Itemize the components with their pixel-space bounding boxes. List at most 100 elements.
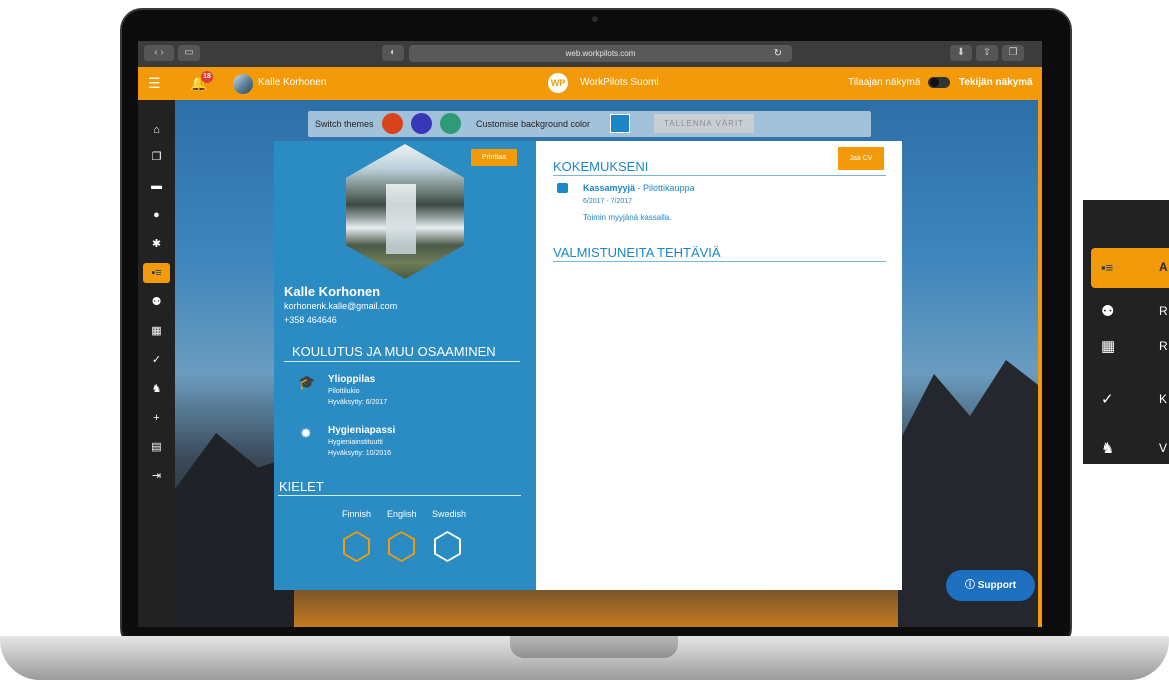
sidebar-toggle-icon[interactable]: ▭ <box>178 45 200 61</box>
language-level-hex <box>343 531 370 562</box>
user-check-icon[interactable]: ✓ <box>143 350 170 370</box>
support-button[interactable]: ⓘ Support <box>946 570 1035 601</box>
back-forward-buttons[interactable]: ‹ › <box>144 45 174 61</box>
education-school: Pilottilukio <box>328 388 360 395</box>
completed-tasks-divider <box>553 261 886 262</box>
settings-icon[interactable]: ✱ <box>143 234 170 254</box>
education-title: Hygieniapassi <box>328 425 396 436</box>
theme-swatch-green[interactable] <box>440 113 461 134</box>
file-icon[interactable]: ▤ <box>143 437 170 457</box>
job-title: Kassamyyjä - Pilottikauppa <box>583 183 695 193</box>
camera <box>592 16 598 22</box>
person-icon[interactable]: ● <box>143 205 170 225</box>
save-colors-button[interactable]: TALLENNA VÄRIT <box>654 114 754 133</box>
avatar[interactable] <box>233 74 253 94</box>
app-header: ☰ 🔔 18 Kalle Korhonen WP WorkPilots Suom… <box>138 67 1042 100</box>
share-cv-button[interactable]: Jaa CV <box>838 147 884 170</box>
job-role: Kassamyyjä <box>583 183 636 193</box>
documents-icon[interactable]: ❐ <box>143 147 170 167</box>
group-icon[interactable]: ⚉ <box>143 292 170 312</box>
languages-heading: KIELET <box>279 479 324 494</box>
brand-logo: WP <box>548 73 568 93</box>
briefcase-icon <box>557 183 568 193</box>
background-color-label: Customise background color <box>476 119 591 129</box>
support-label: Support <box>977 580 1017 591</box>
tabs-icon[interactable]: ❐ <box>1002 45 1024 61</box>
zoom-menu-label: R <box>1159 304 1168 318</box>
education-divider <box>284 361 520 362</box>
education-approved: Hyväksytty: 6/2017 <box>328 399 388 406</box>
download-icon[interactable]: ⬇ <box>950 45 972 61</box>
sidebar: ⌂ ❐ ▬ ● ✱ ▪≡ ⚉ ▦ ✓ ♞ + ▤ ⇥ <box>138 100 175 627</box>
group-icon: ⚉ <box>1101 303 1115 320</box>
experience-divider <box>553 175 886 176</box>
education-title: Ylioppilas <box>328 374 376 385</box>
zoom-menu-item-group[interactable]: ⚉ R <box>1091 292 1169 332</box>
completed-tasks-heading: VALMISTUNEITA TEHTÄVIÄ <box>553 245 721 260</box>
brand-name: WorkPilots Suomi <box>580 77 659 88</box>
experience-heading: KOKEMUKSENI <box>553 159 649 174</box>
screen: ‹ › ▭ ◐ web.workpilots.com ↻ ⬇ ⇪ ❐ ☰ 🔔 1… <box>138 41 1042 627</box>
language-label: Finnish <box>342 509 372 519</box>
profile-phone: +358 464646 <box>284 315 337 325</box>
address-bar[interactable]: web.workpilots.com ↻ <box>409 45 792 62</box>
notification-badge: 18 <box>201 71 213 83</box>
job-employer: - Pilottikauppa <box>635 183 695 193</box>
zoom-menu-label: K <box>1159 392 1168 406</box>
zoom-menu-label: A <box>1159 260 1168 274</box>
education-approved: Hyväksytty: 10/2016 <box>328 450 392 457</box>
share-icon[interactable]: ⇪ <box>976 45 998 61</box>
job-description: Toimin myyjänä kassalla. <box>583 213 672 222</box>
language-label: Swedish <box>432 509 467 519</box>
switch-themes-label: Switch themes <box>315 119 374 129</box>
zoomed-sidebar-menu: ▪≡ A ⚉ R ▦ R ✓ K ♞ V <box>1083 200 1169 464</box>
language-label: English <box>387 509 417 519</box>
person-list-icon[interactable]: ♞ <box>143 379 170 399</box>
zoom-menu-item-chart[interactable]: ▦ R <box>1091 327 1169 367</box>
add-user-icon[interactable]: + <box>143 408 170 428</box>
languages-divider <box>278 495 521 496</box>
cv-icon: ▪≡ <box>1101 260 1114 275</box>
theme-swatch-red[interactable] <box>382 113 403 134</box>
language-level-hex <box>388 531 415 562</box>
laptop-notch <box>510 636 678 658</box>
reload-icon[interactable]: ↻ <box>774 45 782 62</box>
graduation-cap-icon: 🎓 <box>298 374 316 390</box>
chart-icon[interactable]: ▦ <box>143 321 170 341</box>
main-area: ⌂ ❐ ▬ ● ✱ ▪≡ ⚉ ▦ ✓ ♞ + ▤ ⇥ Switch themes… <box>138 100 1042 627</box>
logout-icon[interactable]: ⇥ <box>143 466 170 486</box>
cv-icon[interactable]: ▪≡ <box>143 263 170 283</box>
language-level-hex <box>434 531 461 562</box>
cv-profile-panel: Printtaa Kalle Korhonen korhonenk.kalle@… <box>274 141 536 590</box>
profile-name: Kalle Korhonen <box>284 284 381 299</box>
zoom-menu-label: R <box>1159 339 1168 353</box>
zoom-menu-item-person-list[interactable]: ♞ V <box>1091 429 1169 464</box>
cv-experience-panel: Jaa CV KOKEMUKSENI Kassamyyjä - Pilottik… <box>536 141 902 590</box>
profile-email: korhonenk.kalle@gmail.com <box>284 301 398 311</box>
chat-icon[interactable]: ▬ <box>143 176 170 196</box>
browser-toolbar: ‹ › ▭ ◐ web.workpilots.com ↻ ⬇ ⇪ ❐ <box>138 41 1042 67</box>
theme-bar: Switch themes Customise background color… <box>308 111 871 137</box>
theme-swatch-blue[interactable] <box>411 113 432 134</box>
education-school: Hygieniainstituutti <box>328 439 383 446</box>
privacy-icon[interactable]: ◐ <box>382 45 404 61</box>
zoom-menu-item-cv[interactable]: ▪≡ A <box>1091 248 1169 288</box>
chart-icon: ▦ <box>1101 338 1116 355</box>
header-user-name[interactable]: Kalle Korhonen <box>258 77 326 88</box>
zoom-menu-item-user-check[interactable]: ✓ K <box>1091 380 1169 420</box>
right-accent-strip <box>1038 100 1042 627</box>
url-text: web.workpilots.com <box>565 49 636 58</box>
worker-view-label[interactable]: Tekijän näkymä <box>959 77 1033 88</box>
home-icon[interactable]: ⌂ <box>143 120 170 140</box>
menu-icon[interactable]: ☰ <box>148 76 161 90</box>
print-button[interactable]: Printtaa <box>471 149 517 166</box>
view-toggle[interactable] <box>928 77 950 88</box>
background-color-picker[interactable] <box>610 114 630 133</box>
user-check-icon: ✓ <box>1101 391 1114 408</box>
client-view-label[interactable]: Tilaajan näkymä <box>848 77 920 88</box>
job-dates: 6/2017 - 7/2017 <box>583 198 633 205</box>
zoom-menu-label: V <box>1159 441 1168 455</box>
profile-photo <box>346 144 464 279</box>
education-heading: KOULUTUS JA MUU OSAAMINEN <box>292 344 496 359</box>
badge-icon: ✹ <box>300 425 312 441</box>
